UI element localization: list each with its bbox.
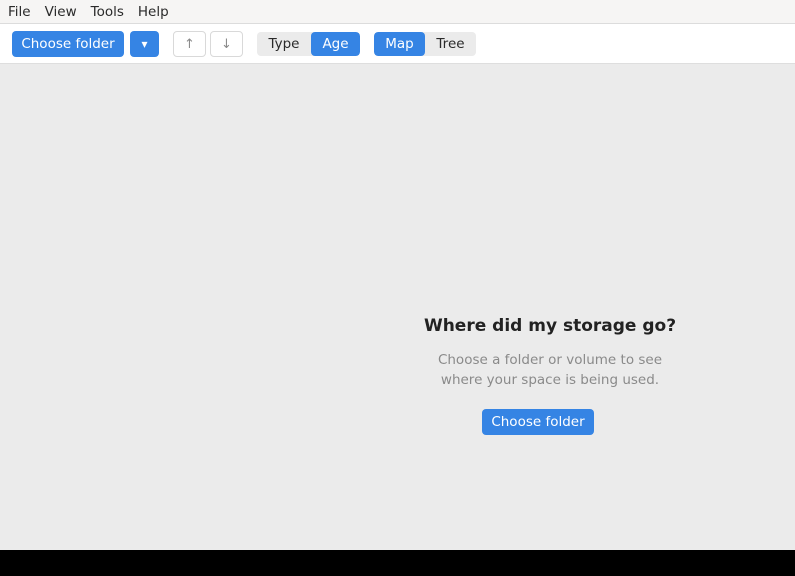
empty-state-description-line2: where your space is being used. (440, 372, 660, 388)
menu-tools[interactable]: Tools (84, 0, 131, 24)
bottom-strip (0, 550, 795, 576)
chevron-down-icon: ▾ (141, 37, 148, 51)
navigate-up-button[interactable]: ↑ (173, 31, 206, 57)
navigate-down-button[interactable]: ↓ (210, 31, 243, 57)
color-mode-toggle: Type Age (257, 32, 360, 56)
empty-state-choose-folder-button[interactable]: Choose folder (482, 409, 594, 435)
main-content: Where did my storage go? Choose a folder… (0, 64, 795, 550)
view-mode-map[interactable]: Map (374, 32, 425, 56)
arrow-up-icon: ↑ (184, 36, 195, 52)
arrow-down-icon: ↓ (221, 36, 232, 52)
folder-dropdown-button[interactable]: ▾ (130, 31, 159, 57)
empty-state-description-line1: Choose a folder or volume to see (437, 352, 663, 368)
toolbar: Choose folder ▾ ↑ ↓ Type Age Map Tree (0, 24, 795, 64)
choose-folder-button[interactable]: Choose folder (12, 31, 124, 57)
empty-state-description: Choose a folder or volume to see where y… (400, 350, 700, 390)
view-mode-tree[interactable]: Tree (425, 32, 476, 56)
color-mode-type[interactable]: Type (257, 32, 311, 56)
color-mode-age[interactable]: Age (311, 32, 360, 56)
menubar: File View Tools Help (0, 0, 795, 24)
menu-help[interactable]: Help (131, 0, 176, 24)
menu-file[interactable]: File (1, 0, 38, 24)
view-mode-toggle: Map Tree (374, 32, 476, 56)
menu-view[interactable]: View (38, 0, 84, 24)
empty-state-title: Where did my storage go? (423, 316, 677, 336)
